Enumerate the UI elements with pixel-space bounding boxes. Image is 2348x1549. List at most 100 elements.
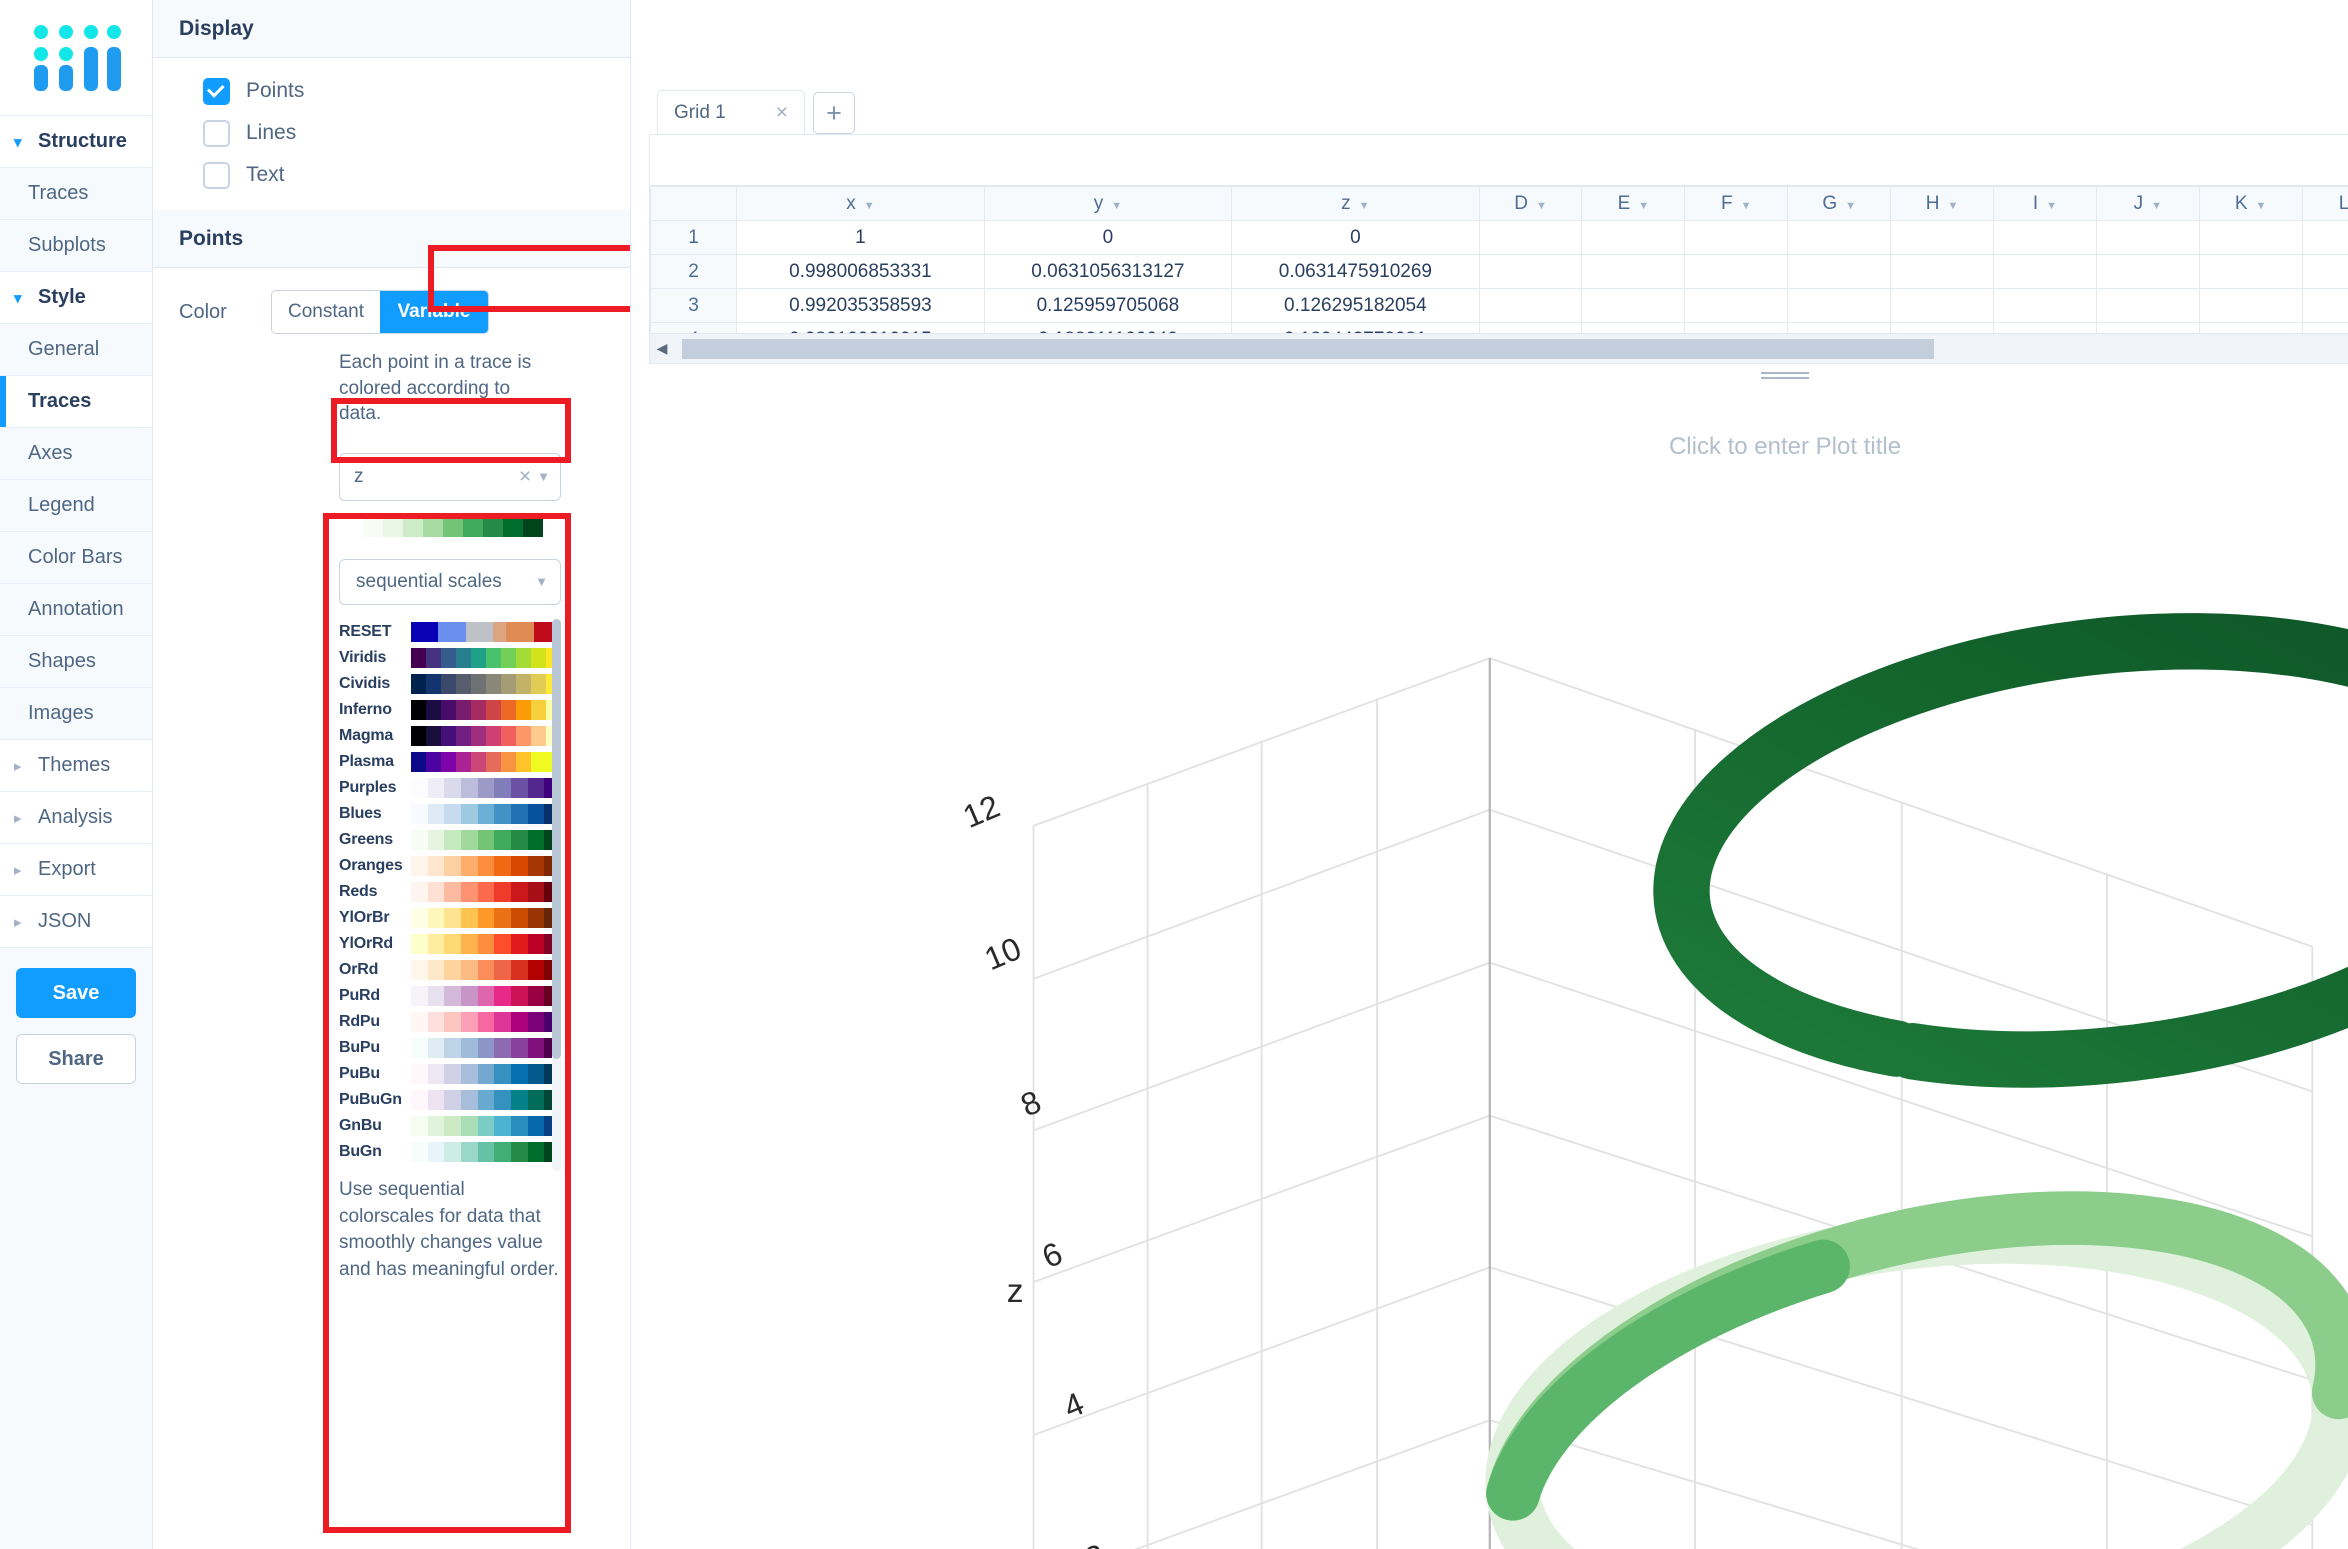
- colorscale-swatch[interactable]: [411, 803, 561, 824]
- scrollbar-thumb[interactable]: [682, 338, 1934, 359]
- chevron-down-icon[interactable]: ▼: [1638, 200, 1649, 212]
- table-cell[interactable]: [1478, 254, 1583, 289]
- colorscale-option[interactable]: Blues: [339, 801, 561, 827]
- sidebar-group-export[interactable]: ▸ Export: [0, 844, 152, 896]
- colorscale-option[interactable]: BuPu: [339, 1035, 561, 1061]
- table-cell[interactable]: [2198, 254, 2303, 289]
- sidebar-item-images[interactable]: Images: [0, 688, 152, 740]
- panel-splitter-handle[interactable]: [631, 364, 2348, 382]
- colorscale-swatch[interactable]: [411, 881, 561, 902]
- colorscale-option[interactable]: Magma: [339, 723, 561, 749]
- colorscale-swatch[interactable]: [411, 1141, 561, 1162]
- colorscale-swatch[interactable]: [411, 959, 561, 980]
- text-checkbox[interactable]: [203, 161, 230, 189]
- colorscale-option[interactable]: Greens: [339, 827, 561, 853]
- table-cell[interactable]: [1787, 288, 1892, 323]
- table-cell[interactable]: [2301, 220, 2348, 255]
- colorscale-swatch[interactable]: [411, 1011, 561, 1032]
- chevron-down-icon[interactable]: ▼: [1111, 200, 1122, 212]
- column-header-x[interactable]: x ▼: [736, 186, 985, 221]
- column-header-i[interactable]: I ▼: [1992, 186, 2097, 221]
- add-grid-tab-button[interactable]: +: [813, 92, 855, 134]
- colorscale-option[interactable]: PuBuGn: [339, 1087, 561, 1113]
- table-cell[interactable]: 0.188211166640: [983, 322, 1233, 333]
- table-cell[interactable]: [1581, 322, 1686, 333]
- sidebar-group-analysis[interactable]: ▸ Analysis: [0, 792, 152, 844]
- colorscale-swatch[interactable]: [411, 777, 561, 798]
- column-header-j[interactable]: J ▼: [2095, 186, 2200, 221]
- table-cell[interactable]: [1684, 288, 1789, 323]
- row-header[interactable]: 4: [650, 322, 738, 333]
- row-header[interactable]: 1: [650, 220, 738, 255]
- chevron-down-icon[interactable]: ▼: [1947, 200, 1958, 212]
- table-cell[interactable]: 0.126295182054: [1231, 288, 1480, 323]
- sidebar-group-style[interactable]: ▾ Style: [0, 272, 152, 324]
- table-cell[interactable]: [2301, 288, 2348, 323]
- colorscale-option[interactable]: YlOrBr: [339, 905, 561, 931]
- table-cell[interactable]: [1684, 220, 1789, 255]
- colorscale-option[interactable]: PuRd: [339, 983, 561, 1009]
- column-header-h[interactable]: H ▼: [1890, 186, 1994, 221]
- table-cell[interactable]: [1684, 254, 1789, 289]
- row-header[interactable]: 2: [650, 254, 738, 289]
- data-table[interactable]: x▼y▼z▼D▼E▼F▼G▼H▼I▼J▼K▼L▼M▼N▼O▼P▼Q▼110020…: [650, 186, 2348, 333]
- table-cell[interactable]: [2095, 220, 2200, 255]
- table-cell[interactable]: [1992, 254, 2097, 289]
- table-row[interactable]: 40.9821092100150.1882111666400.189443772…: [650, 322, 2348, 333]
- column-header-g[interactable]: G ▼: [1787, 186, 1892, 221]
- sidebar-item-traces[interactable]: Traces: [0, 376, 152, 428]
- table-cell[interactable]: [1992, 220, 2097, 255]
- sidebar-group-structure[interactable]: ▾ Structure: [0, 116, 152, 168]
- colorscale-list[interactable]: RESET Viridis Cividis Inferno Magma Plasma Pur…: [339, 618, 561, 1171]
- row-header[interactable]: 3: [650, 288, 738, 323]
- chevron-down-icon[interactable]: ▼: [864, 200, 875, 212]
- colorscale-swatch[interactable]: [411, 933, 561, 954]
- colorscale-option[interactable]: PuBu: [339, 1061, 561, 1087]
- colorscale-swatch[interactable]: [411, 1037, 561, 1058]
- table-cell[interactable]: [2095, 322, 2200, 333]
- table-cell[interactable]: [2198, 322, 2303, 333]
- grid-horizontal-scrollbar[interactable]: ◀ ▶: [649, 334, 2348, 364]
- chevron-down-icon[interactable]: ▼: [2046, 200, 2057, 212]
- formula-bar[interactable]: [649, 134, 2348, 186]
- table-cell[interactable]: [2095, 254, 2200, 289]
- table-cell[interactable]: [1992, 288, 2097, 323]
- table-cell[interactable]: [1478, 288, 1583, 323]
- grid-tab-1[interactable]: Grid 1 ×: [657, 90, 805, 134]
- sidebar-item-subplots[interactable]: Subplots: [0, 220, 152, 272]
- table-cell[interactable]: 0.982109210015: [736, 322, 985, 333]
- sidebar-item-annotation[interactable]: Annotation: [0, 584, 152, 636]
- colorscale-option[interactable]: Oranges: [339, 853, 561, 879]
- table-cell[interactable]: 0.0631475910269: [1231, 254, 1480, 289]
- color-mode-variable-button[interactable]: Variable: [380, 291, 488, 333]
- table-cell[interactable]: [2301, 322, 2348, 333]
- display-option-text[interactable]: Text: [153, 154, 630, 196]
- close-icon[interactable]: ×: [519, 465, 531, 489]
- colorscale-swatch[interactable]: [411, 673, 561, 694]
- column-header-e[interactable]: E ▼: [1581, 186, 1686, 221]
- colorscale-option[interactable]: GnBu: [339, 1113, 561, 1139]
- chevron-down-icon[interactable]: ▼: [535, 574, 548, 589]
- sidebar-item-general[interactable]: General: [0, 324, 152, 376]
- sidebar-item-axes[interactable]: Axes: [0, 428, 152, 480]
- color-data-field[interactable]: z × ▼: [339, 452, 561, 501]
- chevron-down-icon[interactable]: ▼: [2151, 200, 2162, 212]
- table-cell[interactable]: 0.189443772081: [1231, 322, 1480, 333]
- colorscale-swatch[interactable]: [411, 621, 561, 642]
- table-cell[interactable]: 0.125959705068: [983, 288, 1233, 323]
- colorscale-option[interactable]: RdPu: [339, 1009, 561, 1035]
- scrollbar-thumb[interactable]: [552, 618, 561, 1059]
- colorscale-option[interactable]: Plasma: [339, 749, 561, 775]
- colorscale-swatch[interactable]: [411, 829, 561, 850]
- table-cell[interactable]: [1478, 322, 1583, 333]
- table-cell[interactable]: [1581, 220, 1686, 255]
- chevron-down-icon[interactable]: ▼: [1845, 200, 1856, 212]
- colorscale-swatch[interactable]: [411, 751, 561, 772]
- table-cell[interactable]: [1581, 288, 1686, 323]
- table-cell[interactable]: [1890, 220, 1994, 255]
- table-cell[interactable]: 0: [983, 220, 1233, 255]
- table-cell[interactable]: [1787, 220, 1892, 255]
- colorscale-option[interactable]: OrRd: [339, 957, 561, 983]
- colorscale-swatch[interactable]: [411, 725, 561, 746]
- table-cell[interactable]: [1890, 254, 1994, 289]
